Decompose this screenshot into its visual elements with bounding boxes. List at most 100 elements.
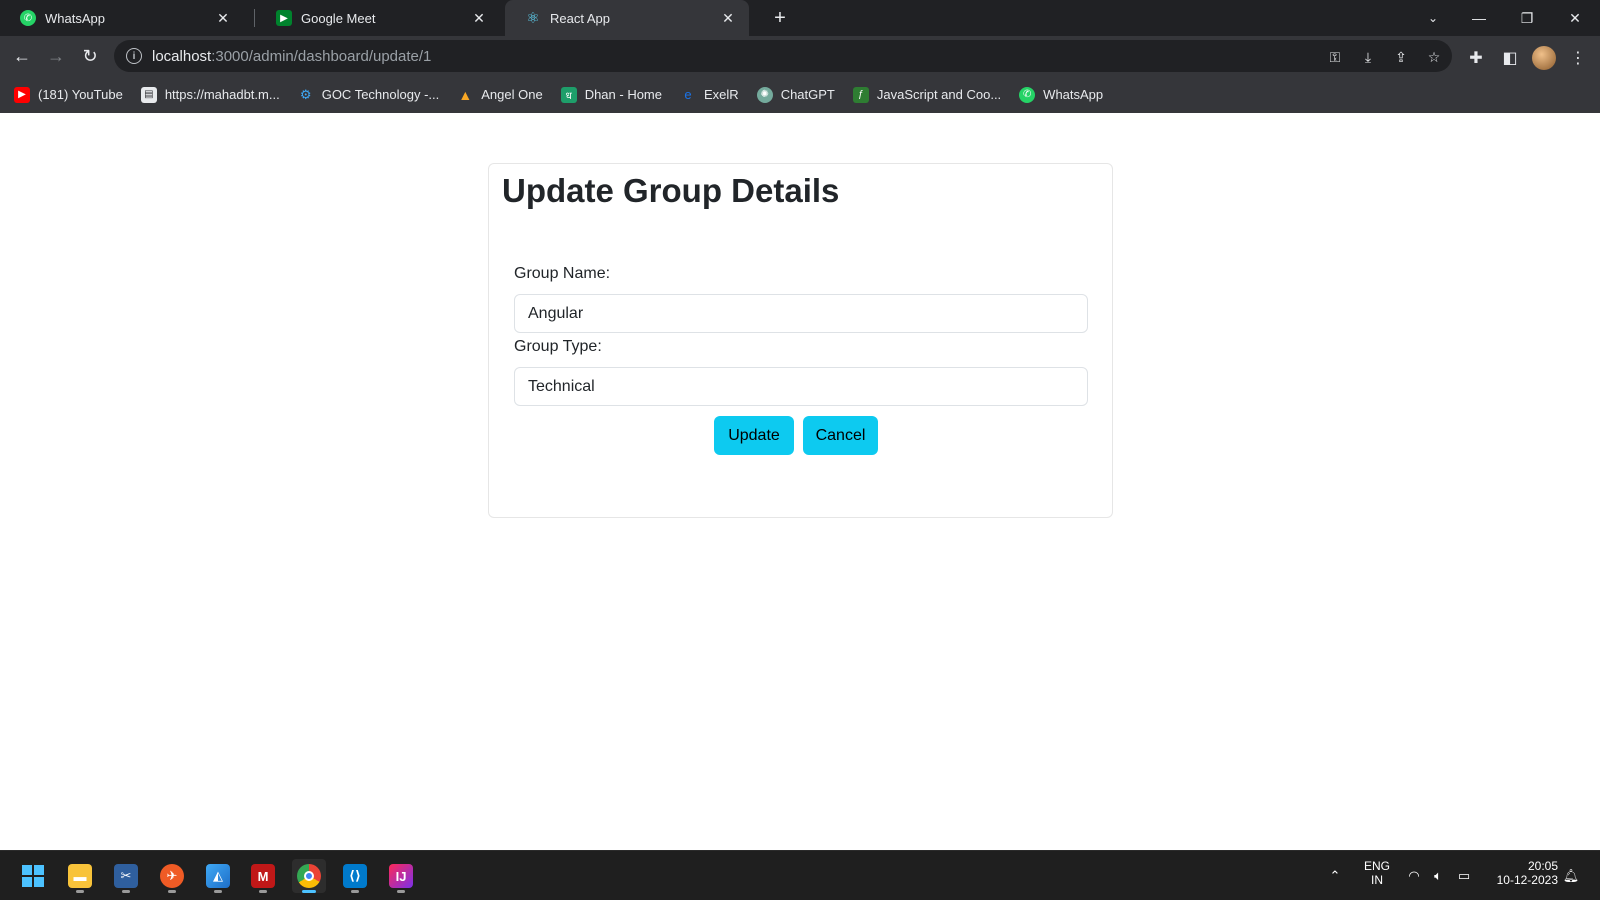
language-indicator[interactable]: ENG IN	[1360, 859, 1394, 887]
update-button[interactable]: Update	[714, 416, 794, 455]
taskbar-mcafee[interactable]: M	[246, 859, 280, 893]
url-path: :3000/admin/dashboard/update/1	[211, 47, 432, 65]
exelr-icon: e	[684, 87, 692, 102]
bookmark-dhan[interactable]: ध Dhan - Home	[560, 86, 662, 103]
update-group-card: Update Group Details Group Name: Angular…	[488, 163, 1113, 518]
dhan-icon: ध	[560, 86, 577, 103]
taskbar-intellij[interactable]: IJ	[384, 859, 418, 893]
photos-icon: ◭	[206, 864, 230, 888]
cancel-button[interactable]: Cancel	[803, 416, 878, 455]
bookmark-label: (181) YouTube	[38, 87, 123, 102]
group-name-input[interactable]: Angular	[514, 294, 1088, 333]
lang-bottom: IN	[1371, 873, 1383, 887]
bookmark-whatsapp[interactable]: ✆ WhatsApp	[1019, 86, 1104, 103]
close-icon[interactable]: ✕	[719, 9, 737, 27]
bookmark-chatgpt[interactable]: ✺ ChatGPT	[756, 86, 835, 103]
minimize-button[interactable]: —	[1456, 0, 1502, 36]
clock-time: 20:05	[1527, 859, 1558, 873]
angel-one-icon: ▲	[458, 86, 473, 103]
group-type-input[interactable]: Technical	[514, 367, 1088, 406]
react-icon: ⚛	[526, 10, 540, 27]
tab-title: WhatsApp	[45, 10, 105, 26]
windows-taskbar: ▬ ✂ ✈ ◭ M ⟨⟩ IJ ⌃ ENG IN ◠ 🔈︎ ▭ 20:05 10…	[0, 850, 1600, 900]
vscode-icon: ⟨⟩	[343, 864, 367, 888]
password-key-icon[interactable]: ⚿	[1325, 47, 1345, 67]
tab-title: Google Meet	[301, 10, 376, 26]
bookmark-angel-one[interactable]: ▲ Angel One	[457, 87, 542, 103]
page-icon: ▤	[140, 86, 157, 103]
bookmark-label: Angel One	[481, 87, 543, 102]
bookmark-label: ExelR	[704, 87, 739, 102]
chatgpt-icon: ✺	[756, 86, 773, 103]
menu-icon[interactable]: ⋮	[1566, 46, 1590, 70]
bookmark-label: https://mahadbt.m...	[164, 87, 280, 102]
forward-button[interactable]: →	[42, 42, 70, 70]
goc-icon: ⚙	[299, 86, 312, 102]
bookmark-label: Dhan - Home	[584, 87, 662, 102]
bookmark-goc[interactable]: ⚙ GOC Technology -...	[298, 86, 440, 103]
clock[interactable]: 20:05 10-12-2023	[1482, 859, 1558, 887]
close-window-button[interactable]: ✕	[1552, 0, 1598, 36]
tab-strip: ✆ WhatsApp ✕ ▶ Google Meet ✕ ⚛ React App…	[0, 0, 1600, 36]
taskbar-postman[interactable]: ✈	[155, 859, 189, 893]
address-bar[interactable]: i localhost :3000/admin/dashboard/update…	[114, 40, 1452, 72]
taskbar-file-explorer[interactable]: ▬	[63, 859, 97, 893]
group-name-label: Group Name:	[514, 265, 611, 282]
side-panel-icon[interactable]: ◧	[1498, 46, 1522, 70]
url-host: localhost	[152, 47, 212, 65]
taskbar-photos[interactable]: ◭	[201, 859, 235, 893]
battery-icon[interactable]: ▭	[1455, 867, 1473, 885]
profile-avatar[interactable]	[1532, 46, 1556, 70]
chevron-up-icon[interactable]: ⌃	[1326, 867, 1344, 885]
new-tab-button[interactable]: +	[768, 6, 792, 30]
install-app-icon[interactable]: ⤓	[1358, 47, 1378, 67]
bookmarks-bar: ▶ (181) YouTube ▤ https://mahadbt.m... ⚙…	[0, 76, 1600, 113]
intellij-icon: IJ	[389, 864, 413, 888]
restore-button[interactable]: ❐	[1504, 0, 1550, 36]
lang-top: ENG	[1363, 859, 1390, 873]
bookmark-exelr[interactable]: e ExelR	[680, 87, 739, 103]
tab-divider	[254, 9, 255, 27]
volume-icon[interactable]: 🔈︎	[1429, 867, 1447, 885]
close-icon[interactable]: ✕	[470, 9, 488, 27]
bookmark-youtube[interactable]: ▶ (181) YouTube	[14, 86, 123, 103]
snipping-tool-icon: ✂	[114, 864, 138, 888]
tab-react-app[interactable]: ⚛ React App ✕	[505, 0, 749, 36]
bookmark-label: ChatGPT	[780, 87, 835, 102]
bookmark-freecodecamp[interactable]: ƒ JavaScript and Coo...	[852, 86, 1002, 103]
google-meet-icon: ▶	[276, 10, 292, 26]
windows-start-icon	[21, 864, 45, 888]
chrome-icon	[297, 864, 321, 888]
tab-google-meet[interactable]: ▶ Google Meet ✕	[256, 0, 500, 36]
reload-button[interactable]: ↻	[76, 42, 104, 70]
tab-whatsapp[interactable]: ✆ WhatsApp ✕	[0, 0, 244, 36]
wifi-icon[interactable]: ◠	[1405, 867, 1423, 885]
back-button[interactable]: ←	[8, 42, 36, 70]
bookmark-star-icon[interactable]: ☆	[1424, 47, 1444, 67]
whatsapp-icon: ✆	[20, 10, 36, 26]
taskbar-vscode[interactable]: ⟨⟩	[338, 859, 372, 893]
bookmark-mahadbt[interactable]: ▤ https://mahadbt.m...	[140, 86, 280, 103]
file-explorer-icon: ▬	[68, 864, 92, 888]
whatsapp-icon: ✆	[1019, 86, 1036, 103]
youtube-icon: ▶	[14, 86, 30, 103]
bookmark-label: JavaScript and Coo...	[876, 87, 1002, 102]
clock-date: 10-12-2023	[1496, 873, 1558, 887]
notification-bell-icon[interactable]: 🔔︎	[1562, 867, 1580, 885]
taskbar-snipping-tool[interactable]: ✂	[109, 859, 143, 893]
tab-title: React App	[550, 10, 610, 26]
start-button[interactable]	[16, 859, 50, 893]
tab-search-icon[interactable]: ⌄	[1410, 0, 1456, 36]
site-info-icon[interactable]: i	[126, 48, 142, 64]
taskbar-chrome[interactable]	[292, 859, 326, 893]
page-content: Update Group Details Group Name: Angular…	[0, 113, 1600, 850]
mcafee-icon: M	[251, 864, 275, 888]
postman-icon: ✈	[160, 864, 184, 888]
freecodecamp-icon: ƒ	[852, 86, 869, 103]
bookmark-label: GOC Technology -...	[321, 87, 440, 102]
close-icon[interactable]: ✕	[214, 9, 232, 27]
extensions-icon[interactable]: ✚	[1464, 46, 1488, 70]
bookmark-label: WhatsApp	[1043, 87, 1104, 102]
page-title: Update Group Details	[502, 172, 840, 209]
share-icon[interactable]: ⇪	[1391, 47, 1411, 67]
